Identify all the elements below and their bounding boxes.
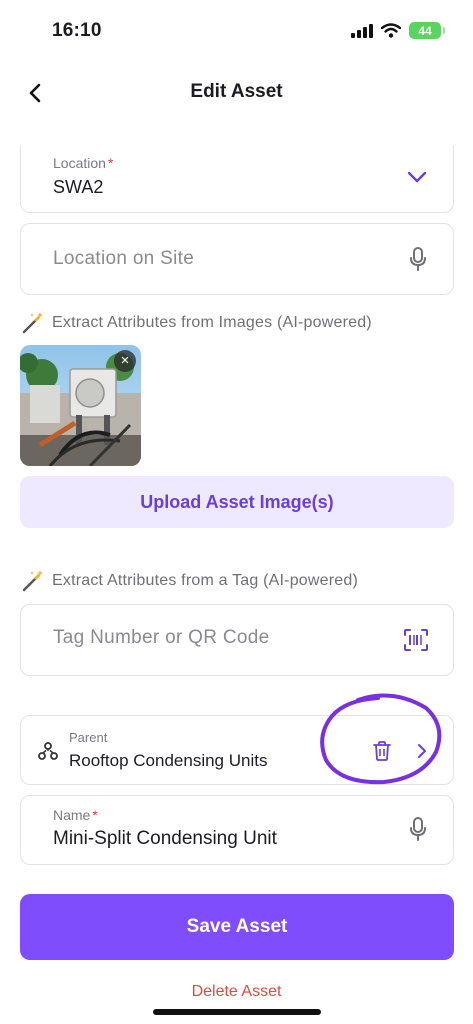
tag-number-placeholder: Tag Number or QR Code: [53, 627, 270, 648]
name-label: Name *: [53, 807, 98, 823]
open-parent-button[interactable]: [410, 738, 434, 764]
parent-asset-field[interactable]: Parent Rooftop Condensing Units: [20, 715, 454, 785]
required-mark: *: [107, 155, 114, 171]
chevron-right-icon: [418, 744, 426, 758]
signal-icon: [351, 23, 373, 38]
scan-qr-button[interactable]: [403, 627, 429, 653]
location-label-text: Location: [53, 155, 106, 171]
name-label-text: Name: [53, 807, 91, 823]
tag-number-input[interactable]: Tag Number or QR Code: [20, 604, 454, 676]
asset-image-thumbnail[interactable]: ×: [20, 345, 141, 466]
location-dropdown-toggle[interactable]: [405, 165, 429, 189]
name-value: Mini-Split Condensing Unit: [53, 828, 277, 849]
location-on-site-input[interactable]: Location on Site: [20, 223, 454, 295]
delete-asset-link[interactable]: Delete Asset: [0, 983, 473, 1001]
nav-bar: Edit Asset: [0, 70, 473, 114]
extract-from-images-option[interactable]: Extract Attributes from Images (AI-power…: [20, 311, 372, 335]
magic-wand-icon: [22, 570, 43, 592]
page-title: Edit Asset: [190, 81, 283, 102]
qr-scan-icon: [404, 629, 428, 651]
parent-value: Rooftop Condensing Units: [69, 751, 268, 770]
location-on-site-mic-button[interactable]: [405, 246, 431, 272]
remove-parent-button[interactable]: [369, 738, 395, 764]
trash-icon: [373, 741, 391, 761]
hierarchy-icon: [38, 742, 58, 760]
remove-image-button[interactable]: ×: [114, 350, 136, 372]
microphone-icon: [410, 247, 426, 271]
location-on-site-placeholder: Location on Site: [53, 248, 195, 269]
status-time: 16:10: [52, 20, 102, 41]
battery-icon: 44: [409, 22, 445, 39]
chevron-down-icon: [407, 171, 427, 183]
save-asset-button[interactable]: Save Asset: [20, 894, 454, 960]
location-select[interactable]: Location * SWA2: [20, 145, 454, 213]
status-bar: 16:10 44: [0, 0, 473, 62]
upload-asset-images-button[interactable]: Upload Asset Image(s): [20, 476, 454, 528]
required-mark: *: [92, 807, 98, 823]
status-icons: 44: [351, 22, 445, 39]
parent-label: Parent: [69, 730, 108, 745]
extract-from-images-label: Extract Attributes from Images (AI-power…: [52, 314, 372, 331]
wifi-icon: [381, 23, 401, 38]
extract-from-tag-option[interactable]: Extract Attributes from a Tag (AI-powere…: [20, 569, 358, 593]
microphone-icon: [410, 817, 426, 841]
name-mic-button[interactable]: [405, 816, 431, 842]
extract-from-tag-label: Extract Attributes from a Tag (AI-powere…: [52, 572, 359, 589]
location-label: Location *: [53, 155, 113, 171]
home-indicator: [153, 1009, 321, 1015]
magic-wand-icon: [22, 312, 43, 334]
name-field[interactable]: Name * Mini-Split Condensing Unit: [20, 795, 454, 865]
location-value: SWA2: [53, 177, 104, 197]
close-icon: ×: [120, 352, 130, 369]
